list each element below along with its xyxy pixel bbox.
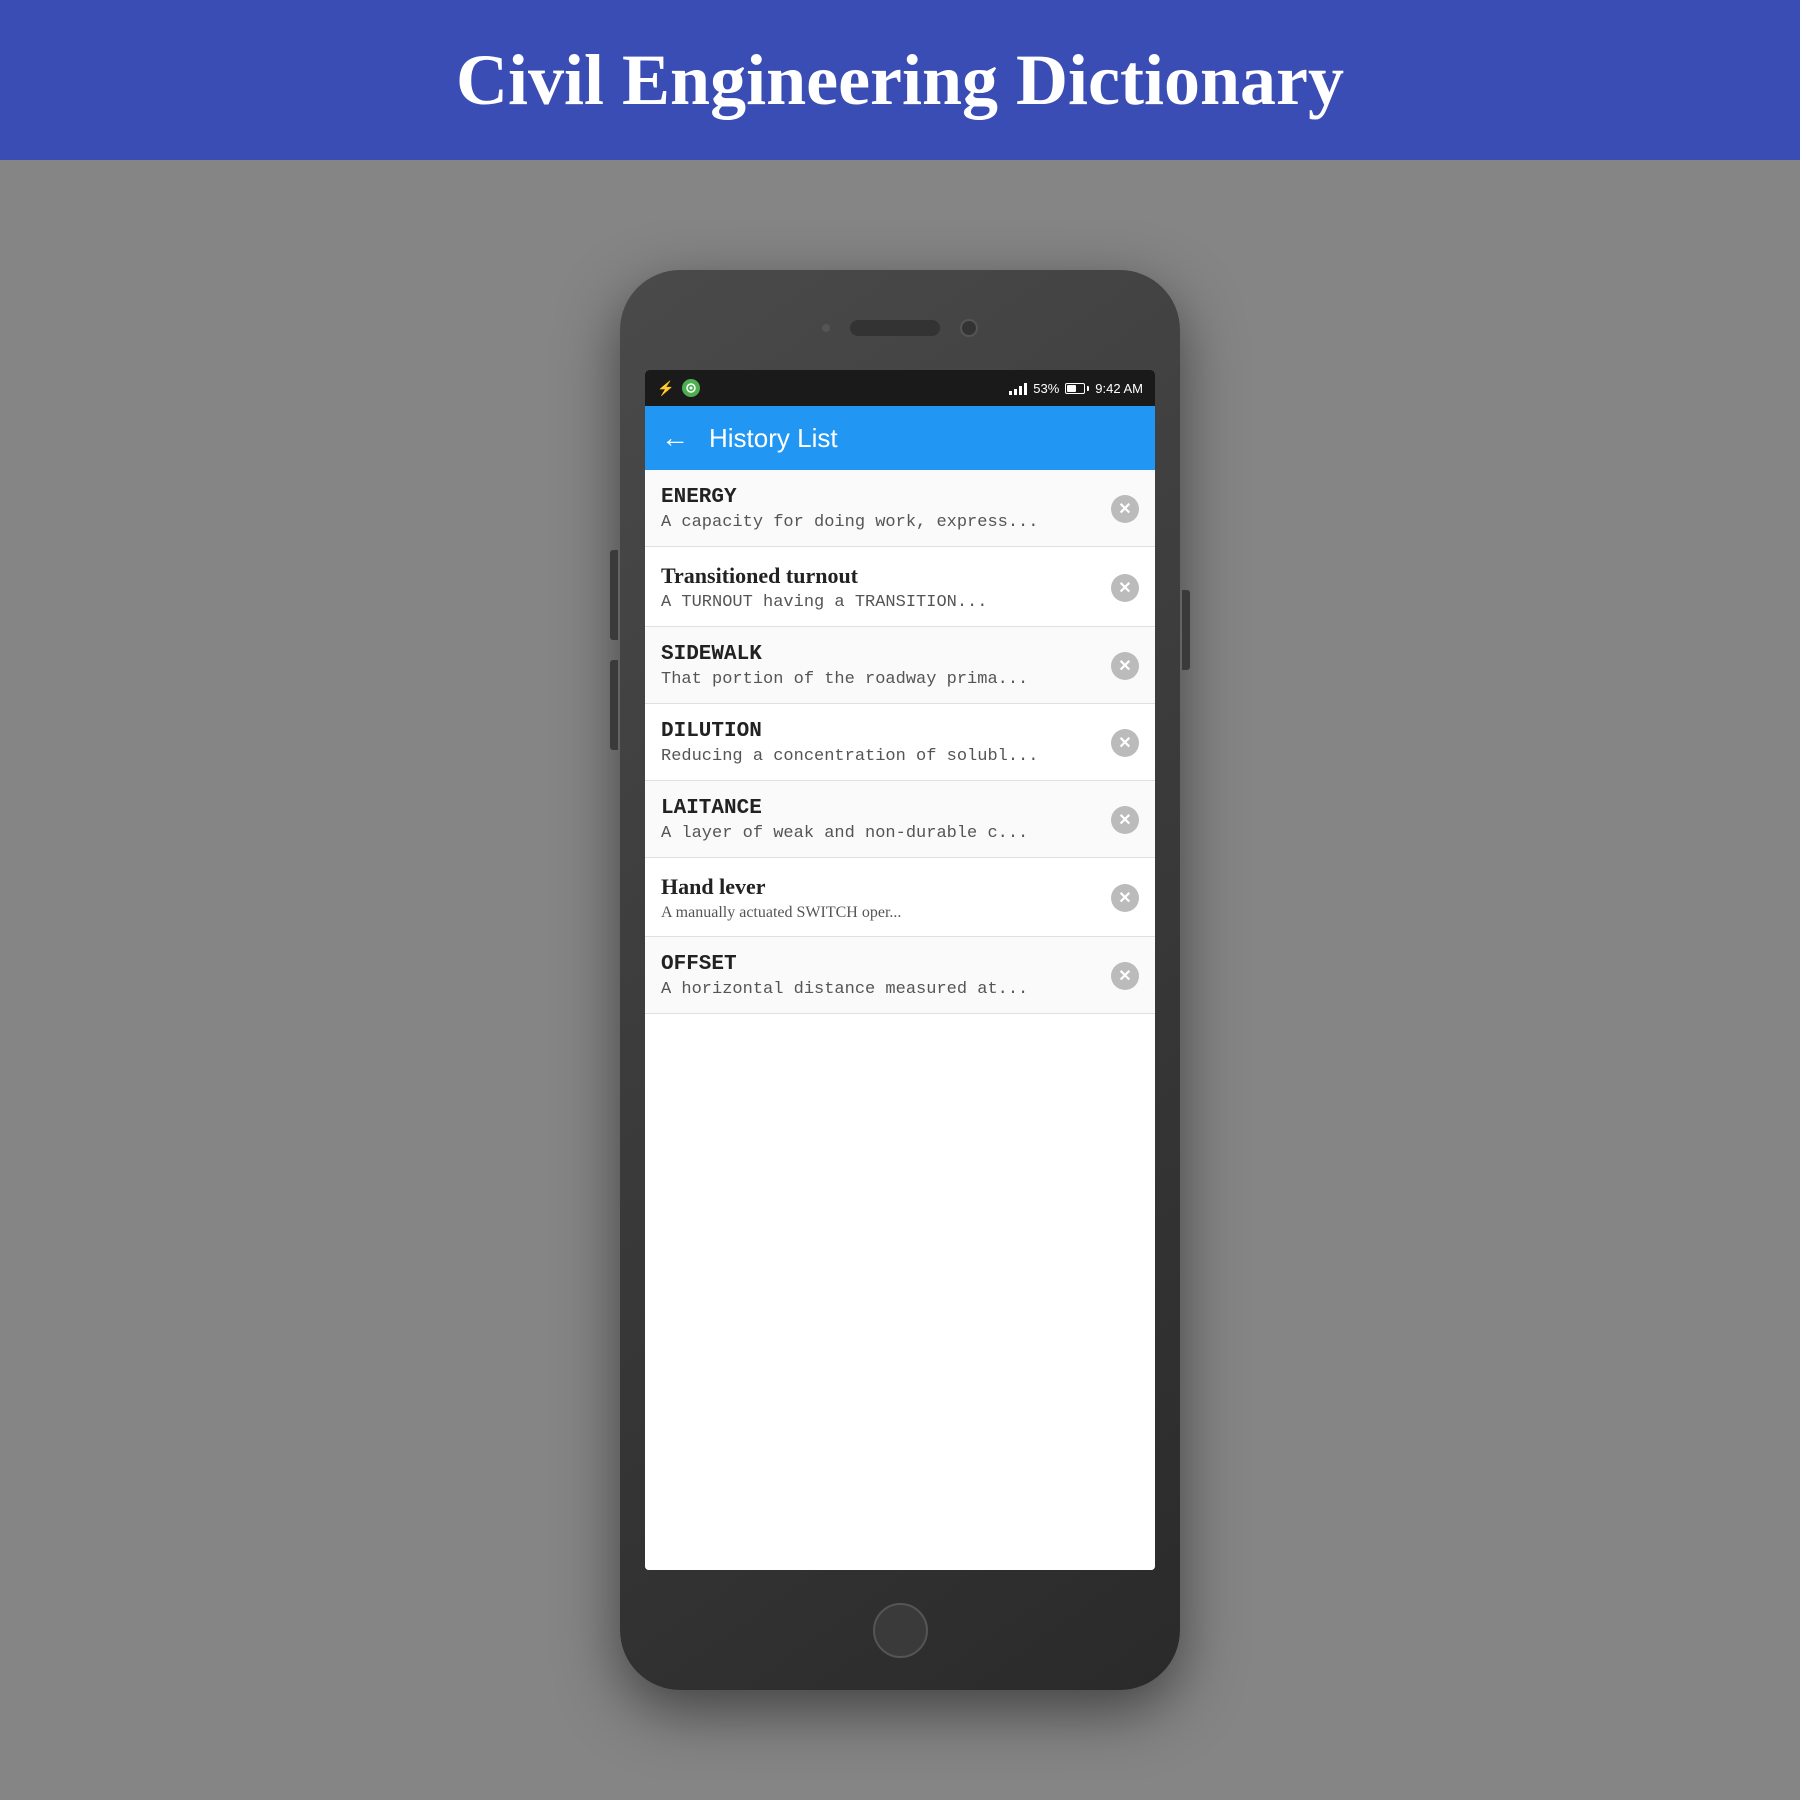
main-area: ⚡ 53% bbox=[0, 160, 1800, 1800]
list-item[interactable]: LAITANCE A layer of weak and non-durable… bbox=[645, 781, 1155, 858]
history-list: ENERGY A capacity for doing work, expres… bbox=[645, 470, 1155, 1570]
phone-screen: ⚡ 53% bbox=[645, 370, 1155, 1570]
phone-earpiece bbox=[850, 320, 940, 336]
phone-bottom bbox=[620, 1570, 1180, 1690]
list-item-text: DILUTION Reducing a concentration of sol… bbox=[661, 720, 1111, 766]
back-button[interactable]: ← bbox=[661, 422, 689, 454]
item-subtitle: A TURNOUT having a TRANSITION... bbox=[661, 593, 1101, 612]
item-subtitle: A manually actuated SWITCH oper... bbox=[661, 904, 1101, 922]
list-item[interactable]: Hand lever A manually actuated SWITCH op… bbox=[645, 858, 1155, 937]
delete-button[interactable]: ✕ bbox=[1111, 962, 1139, 990]
item-subtitle: A layer of weak and non-durable c... bbox=[661, 824, 1101, 843]
list-item[interactable]: SIDEWALK That portion of the roadway pri… bbox=[645, 627, 1155, 704]
delete-button[interactable]: ✕ bbox=[1111, 495, 1139, 523]
delete-button[interactable]: ✕ bbox=[1111, 884, 1139, 912]
list-item[interactable]: ENERGY A capacity for doing work, expres… bbox=[645, 470, 1155, 547]
app-title: Civil Engineering Dictionary bbox=[456, 39, 1344, 122]
list-item-text: ENERGY A capacity for doing work, expres… bbox=[661, 486, 1111, 532]
item-subtitle: A horizontal distance measured at... bbox=[661, 980, 1101, 999]
delete-button[interactable]: ✕ bbox=[1111, 652, 1139, 680]
delete-button[interactable]: ✕ bbox=[1111, 729, 1139, 757]
item-title: SIDEWALK bbox=[661, 643, 1101, 666]
usb-icon: ⚡ bbox=[657, 380, 674, 397]
item-subtitle: A capacity for doing work, express... bbox=[661, 513, 1101, 532]
delete-button[interactable]: ✕ bbox=[1111, 806, 1139, 834]
phone-camera bbox=[960, 319, 978, 337]
list-item-text: Transitioned turnout A TURNOUT having a … bbox=[661, 563, 1111, 612]
battery-icon bbox=[1065, 383, 1089, 394]
status-bar: ⚡ 53% bbox=[645, 370, 1155, 406]
item-title: LAITANCE bbox=[661, 797, 1101, 820]
item-title: DILUTION bbox=[661, 720, 1101, 743]
item-title: Hand lever bbox=[661, 874, 1101, 900]
status-left: ⚡ bbox=[657, 379, 700, 397]
item-title: ENERGY bbox=[661, 486, 1101, 509]
status-time: 9:42 AM bbox=[1095, 381, 1143, 396]
status-right: 53% 9:42 AM bbox=[1009, 381, 1143, 396]
phone-top bbox=[620, 270, 1180, 370]
power-button[interactable] bbox=[1182, 590, 1190, 670]
item-title: Transitioned turnout bbox=[661, 563, 1101, 589]
list-item-text: Hand lever A manually actuated SWITCH op… bbox=[661, 874, 1111, 922]
list-item[interactable]: OFFSET A horizontal distance measured at… bbox=[645, 937, 1155, 1014]
list-item-text: OFFSET A horizontal distance measured at… bbox=[661, 953, 1111, 999]
battery-percent: 53% bbox=[1033, 381, 1059, 396]
list-item-text: LAITANCE A layer of weak and non-durable… bbox=[661, 797, 1111, 843]
home-button[interactable] bbox=[873, 1603, 928, 1658]
top-banner: Civil Engineering Dictionary bbox=[0, 0, 1800, 160]
volume-up-button[interactable] bbox=[610, 550, 618, 640]
list-item-text: SIDEWALK That portion of the roadway pri… bbox=[661, 643, 1111, 689]
screen-title: History List bbox=[709, 423, 838, 454]
signal-bars-icon bbox=[1009, 381, 1027, 395]
list-item[interactable]: Transitioned turnout A TURNOUT having a … bbox=[645, 547, 1155, 627]
phone-shell: ⚡ 53% bbox=[620, 270, 1180, 1690]
list-item[interactable]: DILUTION Reducing a concentration of sol… bbox=[645, 704, 1155, 781]
app-bar: ← History List bbox=[645, 406, 1155, 470]
volume-down-button[interactable] bbox=[610, 660, 618, 750]
gps-icon bbox=[682, 379, 700, 397]
item-title: OFFSET bbox=[661, 953, 1101, 976]
phone-speaker bbox=[822, 324, 830, 332]
item-subtitle: Reducing a concentration of solubl... bbox=[661, 747, 1101, 766]
delete-button[interactable]: ✕ bbox=[1111, 574, 1139, 602]
item-subtitle: That portion of the roadway prima... bbox=[661, 670, 1101, 689]
